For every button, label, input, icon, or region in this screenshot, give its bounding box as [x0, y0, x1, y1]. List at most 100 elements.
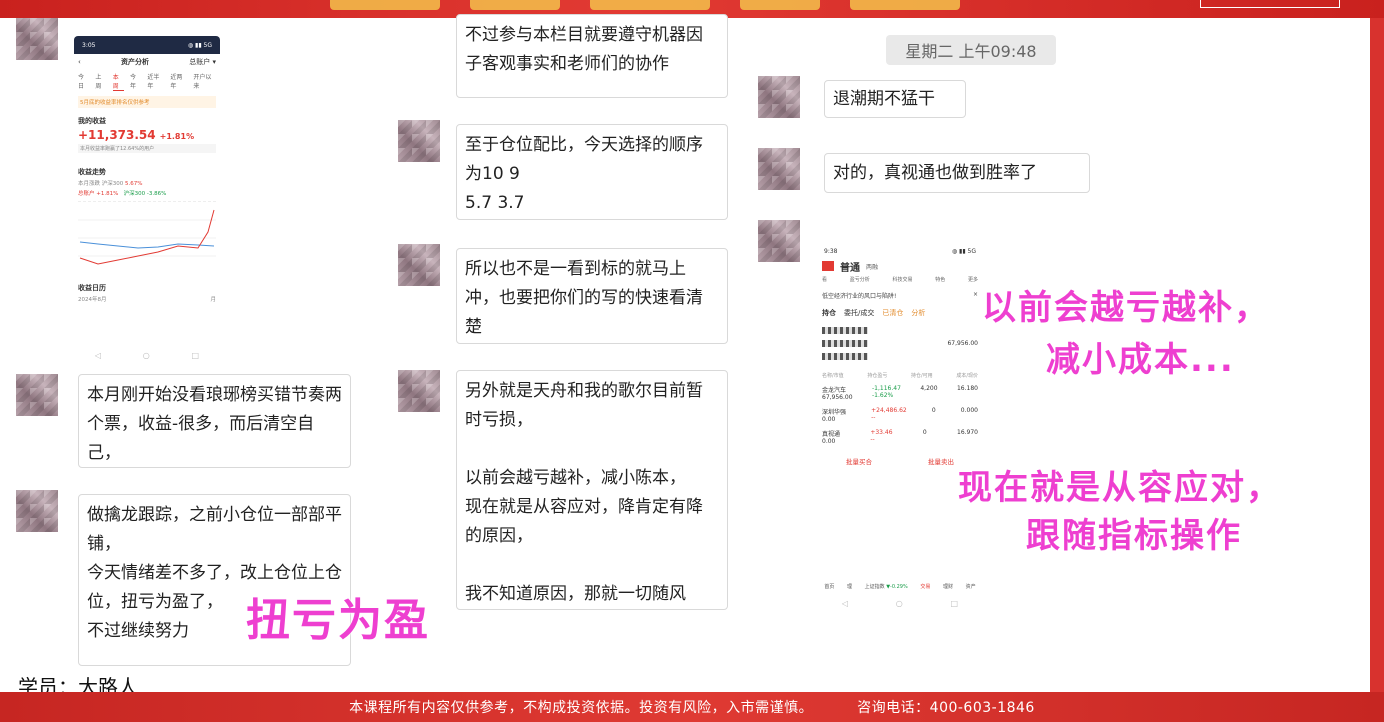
batch-buy-button[interactable]: 批量买合 [846, 456, 872, 466]
message-bubble[interactable]: 不过参与本栏目就要遵守机器因子客观事实和老师们的协作 [456, 14, 728, 98]
avatar [398, 244, 440, 286]
menu-item: 特色 [935, 277, 946, 283]
avatar [758, 76, 800, 118]
stock-value: 67,956.00 [822, 394, 853, 401]
banner-button-outline [1200, 0, 1340, 8]
calendar-unit: 月 [210, 297, 216, 303]
table-row[interactable]: 深圳华强 0.00 +24,486.62 -- 0 0.000 [818, 404, 982, 426]
message-bubble[interactable]: 对的，真视通也做到胜率了 [824, 153, 1090, 193]
status-time: 9:38 [824, 247, 838, 255]
tab-cleared: 已清仓 [882, 309, 904, 317]
trend-label: 收益走势 [78, 168, 106, 176]
stock-name: 金龙汽车 [822, 387, 847, 394]
home-nav-icon: ○ [142, 351, 150, 360]
phone-screenshot-asset-analysis[interactable]: 3:05 ◍ ▮▮ 5G ‹ 资产分析 总账户 ▾ 今日 上周 本周 今年 近半… [74, 36, 220, 366]
tab: 今年 [130, 74, 137, 90]
android-nav: ◁ ○ □ [818, 599, 982, 608]
stock-name: 真视通 [822, 431, 841, 438]
stock-cost: 0.000 [960, 407, 978, 414]
trend-chart [78, 201, 216, 271]
tab: 今日 [78, 74, 85, 90]
masked-value [822, 327, 868, 334]
trend-chart-svg [78, 209, 216, 265]
calendar-date: 2024年8月 [78, 297, 107, 303]
chat-content: 3:05 ◍ ▮▮ 5G ‹ 资产分析 总账户 ▾ 今日 上周 本周 今年 近半… [0, 14, 1370, 708]
income-rate: +1.81% [159, 132, 195, 141]
stock-value: 0.00 [822, 416, 836, 423]
col-cost: 成本/现价 [956, 373, 978, 379]
footer-hotline: 咨询电话：400-603-1846 [857, 700, 1035, 716]
market-ticker: 上证指数 ▼-0.29% [865, 583, 908, 590]
header: 普通 两融 [818, 258, 982, 274]
nav-bar: ‹ 资产分析 总账户 ▾ [74, 54, 220, 70]
time-stamp: 星期二 上午09:48 [886, 35, 1056, 65]
status-bar: 9:38 ◍ ▮▮ 5G [818, 244, 982, 258]
status-time: 3:05 [82, 41, 96, 49]
stock-cost: 16.180 [956, 385, 978, 392]
message-bubble[interactable]: 本月刚开始没看琅琊榜买错节奏两个票，收益-很多，而后清空自己， [78, 374, 351, 468]
stock-pos: 0 [931, 407, 936, 414]
table-row[interactable]: 金龙汽车 67,956.00 -1,116.47 -1.62% 4,200 16.1… [818, 382, 982, 404]
menu-row: 看 盈亏分析 科技交易 特色 更多 [818, 274, 982, 285]
nav-trade[interactable]: 交易 [920, 583, 930, 590]
nav-home[interactable]: 首页 [824, 583, 834, 590]
stock-pos: 0 [922, 429, 927, 436]
tab-analysis: 分析 [911, 309, 926, 317]
notice-bar: 5月底的收益率排名仅供参考 [78, 96, 216, 108]
avatar [758, 148, 800, 190]
trend-sub-rate: 5.67% [125, 181, 143, 187]
stock-pl-rate: -1.62% [872, 392, 894, 399]
masked-value [822, 353, 868, 360]
android-nav: ◁ ○ □ [74, 351, 220, 360]
account-subtype: 两融 [866, 263, 879, 271]
overlay-line3: 现在就是从容应对， [958, 468, 1282, 508]
stock-pos: 4,200 [920, 385, 938, 392]
nav-wealth[interactable]: 理财 [943, 583, 953, 590]
signal-icon: ◍ ▮▮ 5G [951, 247, 976, 255]
nav-assets[interactable]: 资产 [966, 583, 976, 590]
footer-disclaimer: 本课程所有内容仅供参考，不构成投资依据。投资有风险，入市需谨慎。 [349, 700, 814, 716]
account-select: 总账户 ▾ [189, 58, 216, 66]
close-icon: × [972, 291, 978, 298]
tab: 近两年 [170, 74, 183, 90]
stock-name-cell: 金龙汽车 67,956.00 [822, 385, 853, 401]
account-type: 普通 [840, 262, 860, 274]
signal-icon: ◍ ▮▮ 5G [187, 41, 212, 49]
tip-text: 低空经济行业的风口与陷阱! [822, 293, 897, 300]
legend-account: 总账户 +1.81% [78, 191, 119, 197]
avatar [758, 220, 800, 262]
back-nav-icon: ◁ [94, 351, 102, 360]
back-nav-icon: ◁ [841, 599, 849, 608]
message-bubble[interactable]: 至于仓位配比，今天选择的顺序为10 9 5.7 3.7 [456, 124, 728, 220]
masked-value [822, 340, 868, 347]
calendar-label: 收益日历 [78, 284, 106, 292]
phone-screenshot-positions[interactable]: 9:38 ◍ ▮▮ 5G 普通 两融 看 盈亏分析 科技交易 特色 更多 低空经… [818, 244, 982, 610]
recent-nav-icon: □ [191, 351, 200, 360]
stock-pl-cell: -1,116.47 -1.62% [872, 385, 901, 401]
menu-item: 盈亏分析 [849, 277, 870, 283]
overlay-profit: 扭亏为盈 [246, 595, 430, 646]
my-income-label: 我的收益 [78, 117, 106, 125]
avatar [16, 374, 58, 416]
table-row[interactable]: 真视通 0.00 +33.46 -- 0 16.970 [818, 426, 982, 448]
legend-index: 沪深300 -3.86% [123, 191, 167, 197]
asset-value: 67,956.00 [947, 340, 978, 347]
message-bubble[interactable]: 退潮期不猛干 [824, 80, 966, 118]
income-sub: 本月收益率跑赢了12.64%的用户 [78, 144, 216, 153]
tip-row: 低空经济行业的风口与陷阱! × [822, 291, 978, 300]
menu-item: 更多 [967, 277, 978, 283]
avatar [398, 370, 440, 412]
batch-sell-button[interactable]: 批量卖出 [928, 456, 954, 466]
tab-position: 持仓 [822, 309, 836, 317]
tab: 近半年 [147, 74, 160, 90]
stock-name-cell: 深圳华强 0.00 [822, 407, 846, 423]
avatar [16, 18, 58, 60]
message-bubble[interactable]: 另外就是天舟和我的歌尔目前暂时亏损， 以前会越亏越补，减小陈本， 现在就是从容应… [456, 370, 728, 610]
col-name: 名称/市值 [822, 373, 844, 379]
tab-active: 本周 [112, 72, 125, 91]
stock-pl-cell: +24,486.62 -- [871, 407, 907, 423]
nav-item[interactable]: 理 [847, 583, 852, 590]
message-bubble[interactable]: 所以也不是一看到标的就马上冲，也要把你们的写的快速看清楚 [456, 248, 728, 344]
asset-row [818, 324, 982, 337]
avatar [16, 490, 58, 532]
